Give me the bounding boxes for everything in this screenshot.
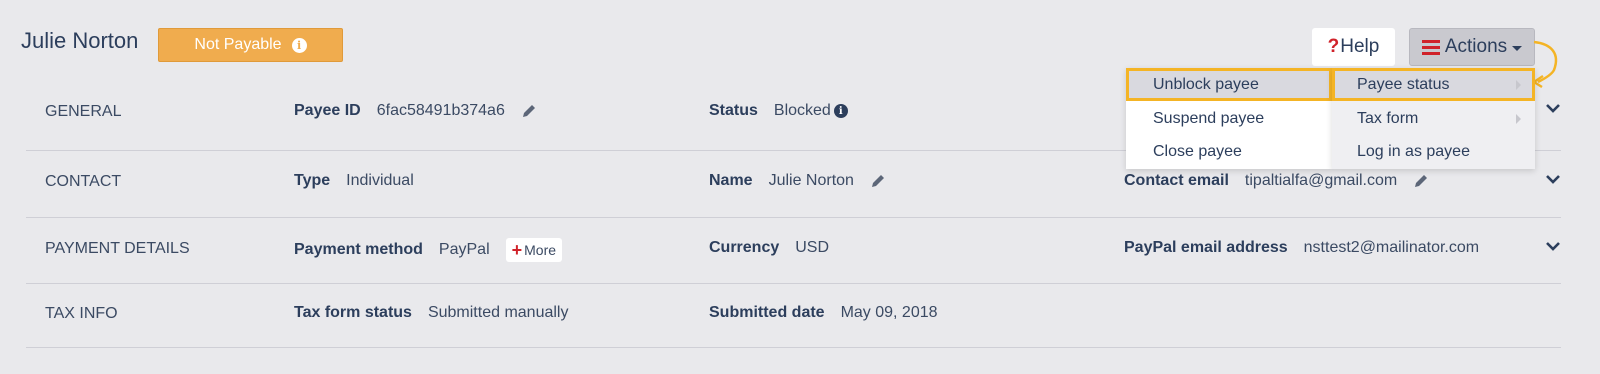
field-value: tipaltialfa@gmail.com [1244,172,1398,189]
field-submitted-date: Submitted date May 09, 2018 [709,304,938,322]
help-button[interactable]: ? Help [1312,28,1395,66]
field-tax-form-status: Tax form status Submitted manually [294,304,568,322]
section-label: TAX INFO [45,305,118,322]
section-row-payment-details: PAYMENT DETAILS Payment method PayPal + … [26,218,1561,284]
field-value: May 09, 2018 [840,304,938,321]
more-label: More [524,242,557,258]
field-payment-method: Payment method PayPal + More [294,238,563,262]
field-value: PayPal [438,241,490,258]
question-icon: ? [1327,36,1340,57]
field-value: Blocked [773,102,831,119]
payee-status-submenu: Unblock payee Suspend payee Close payee [1126,68,1332,169]
pencil-icon[interactable] [1413,173,1429,189]
section-row-tax-info: TAX INFO Tax form status Submitted manua… [26,284,1561,348]
more-button[interactable]: + More [505,238,563,262]
help-label: Help [1340,36,1380,57]
field-value: nsttest2@mailinator.com [1303,239,1480,256]
menu-item-log-in-as-payee[interactable]: Log in as payee [1332,135,1535,168]
field-key: Payee ID [294,102,361,119]
field-name: Name Julie Norton [709,172,886,190]
menu-item-tax-form[interactable]: Tax form [1332,102,1535,135]
field-key: Currency [709,239,780,256]
chevron-down-icon[interactable] [1545,240,1561,252]
hamburger-icon [1421,39,1440,55]
menu-item-payee-status[interactable]: Payee status [1332,68,1535,101]
pencil-icon[interactable] [870,173,886,189]
menu-item-label: Payee status [1357,75,1450,93]
actions-label: Actions [1444,36,1508,57]
submenu-arrow-icon [1516,79,1521,90]
chevron-down-icon[interactable] [1545,102,1561,114]
caret-down-icon [1512,46,1523,51]
field-key: Contact email [1124,172,1229,189]
field-value: 6fac58491b374a6 [376,102,505,119]
field-currency: Currency USD [709,239,829,257]
actions-button[interactable]: Actions [1409,28,1535,66]
field-key: Submitted date [709,304,825,321]
field-value: Submitted manually [427,304,569,321]
actions-menu: Payee status Tax form Log in as payee [1332,68,1535,169]
submenu-arrow-icon [1516,113,1521,124]
section-label: PAYMENT DETAILS [45,240,190,257]
menu-item-close-payee[interactable]: Close payee [1126,135,1332,168]
field-key: Tax form status [294,304,412,321]
field-key: PayPal email address [1124,239,1288,256]
field-contact-email: Contact email tipaltialfa@gmail.com [1124,172,1429,190]
info-icon[interactable]: i [833,104,848,118]
field-key: Name [709,172,753,189]
status-badge[interactable]: Not Payable i [158,28,343,62]
status-badge-label: Not Payable [194,36,282,53]
field-payee-id: Payee ID 6fac58491b374a6 [294,102,537,120]
menu-item-label: Tax form [1357,109,1419,127]
field-status: Status Blocked i [709,102,848,120]
field-value: Julie Norton [768,172,854,189]
field-value: Individual [346,172,414,189]
field-key: Payment method [294,241,423,258]
field-paypal-email: PayPal email address nsttest2@mailinator… [1124,239,1479,257]
info-icon[interactable]: i [291,37,307,53]
menu-item-unblock-payee[interactable]: Unblock payee [1126,68,1332,101]
plus-icon: + [511,239,523,260]
field-value: USD [795,239,830,256]
section-label: CONTACT [45,173,122,190]
field-key: Status [709,102,758,119]
chevron-down-icon[interactable] [1545,173,1561,185]
pencil-icon[interactable] [521,103,537,119]
menu-item-suspend-payee[interactable]: Suspend payee [1126,102,1332,135]
field-key: Type [294,172,331,189]
field-type: Type Individual [294,172,414,190]
section-label: GENERAL [45,103,122,120]
payee-name: Julie Norton [21,28,139,53]
